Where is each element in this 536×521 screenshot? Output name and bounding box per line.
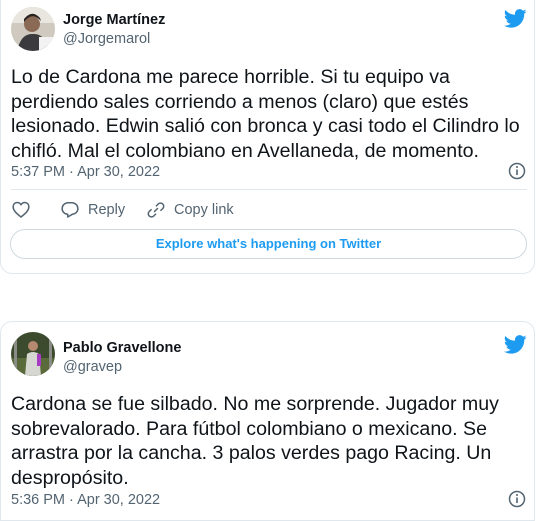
copy-link-label: Copy link (174, 202, 234, 218)
author-name[interactable]: Jorge Martínez (63, 12, 165, 28)
tweet-text: Cardona se fue silbado. No me sorprende.… (11, 393, 499, 489)
copy-link-button[interactable]: Copy link (147, 201, 234, 219)
author-handle[interactable]: @Jorgemarol (63, 31, 150, 47)
twitter-bird-icon[interactable] (504, 335, 527, 354)
link-icon (147, 202, 165, 218)
like-button[interactable] (12, 201, 39, 218)
tweet-card: Jorge Martínez @Jorgemarol Lo de Cardona… (0, 0, 535, 274)
author-name[interactable]: Pablo Gravellone (63, 340, 181, 356)
author-handle[interactable]: @gravep (63, 359, 122, 375)
avatar[interactable] (11, 332, 55, 376)
tweet-timestamp[interactable]: 5:36 PM · Apr 30, 2022 (11, 492, 160, 508)
info-icon[interactable] (508, 162, 526, 180)
tweet-card: Pablo Gravellone @gravep Cardona se fue … (0, 321, 535, 521)
reply-label: Reply (88, 201, 126, 218)
twitter-bird-icon[interactable] (504, 9, 527, 28)
heart-icon (12, 201, 30, 218)
info-icon[interactable] (508, 490, 526, 508)
tweet-text: Lo de Cardona me parece horrible. Si tu … (11, 66, 520, 162)
reply-icon (61, 202, 79, 218)
divider (11, 189, 527, 190)
avatar[interactable] (11, 7, 55, 51)
explore-twitter-button[interactable]: Explore what's happening on Twitter (10, 229, 527, 259)
tweet-timestamp[interactable]: 5:37 PM · Apr 30, 2022 (11, 164, 160, 180)
reply-button[interactable]: Reply (61, 201, 125, 218)
